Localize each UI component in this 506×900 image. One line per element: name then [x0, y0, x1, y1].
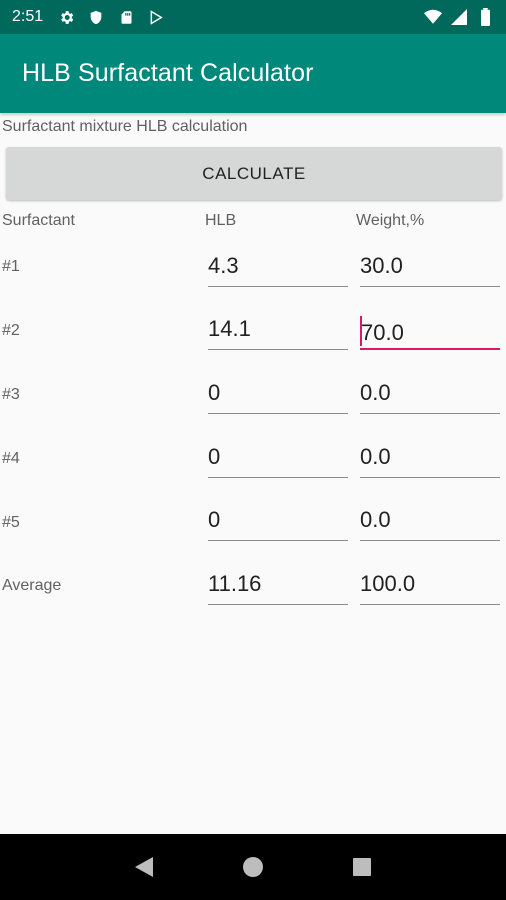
battery-icon: [476, 8, 494, 26]
hlb-input-5[interactable]: 0: [208, 505, 348, 541]
settings-icon: [57, 8, 75, 26]
average-label: Average: [2, 577, 62, 594]
shield-icon: [87, 8, 105, 26]
recents-icon[interactable]: [347, 852, 377, 882]
average-weight-field[interactable]: 100.0: [360, 569, 500, 605]
hlb-input-3[interactable]: 0: [208, 378, 348, 414]
weight-input-4[interactable]: 0.0: [360, 442, 500, 478]
average-hlb-field[interactable]: 11.16: [208, 569, 348, 605]
hlb-input-2[interactable]: 14.1: [208, 314, 348, 350]
column-header-surfactant: Surfactant: [2, 212, 75, 229]
row-label-5: #5: [2, 514, 20, 531]
wifi-icon: [424, 8, 442, 26]
navigation-bar: [0, 834, 506, 900]
weight-input-1[interactable]: 30.0: [360, 251, 500, 287]
page-subtitle: Surfactant mixture HLB calculation: [2, 118, 248, 135]
play-store-icon: [147, 8, 165, 26]
weight-input-3[interactable]: 0.0: [360, 378, 500, 414]
hlb-input-4[interactable]: 0: [208, 442, 348, 478]
sd-card-icon: [117, 8, 135, 26]
weight-input-5[interactable]: 0.0: [360, 505, 500, 541]
home-icon[interactable]: [238, 852, 268, 882]
weight-input-2[interactable]: 70.0: [360, 314, 500, 350]
column-header-weight: Weight,%: [356, 212, 425, 229]
hlb-input-1[interactable]: 4.3: [208, 251, 348, 287]
back-icon[interactable]: [129, 852, 159, 882]
column-header-hlb: HLB: [205, 212, 237, 229]
row-label-2: #2: [2, 322, 20, 339]
status-bar: 2:51: [0, 0, 506, 34]
row-label-3: #3: [2, 386, 20, 403]
row-label-1: #1: [2, 258, 20, 275]
calculate-button[interactable]: CALCULATE: [6, 147, 502, 200]
signal-icon: [450, 8, 468, 26]
row-label-4: #4: [2, 450, 20, 467]
app-title: HLB Surfactant Calculator: [22, 59, 314, 87]
app-bar: HLB Surfactant Calculator: [0, 34, 506, 113]
status-time: 2:51: [12, 8, 44, 25]
